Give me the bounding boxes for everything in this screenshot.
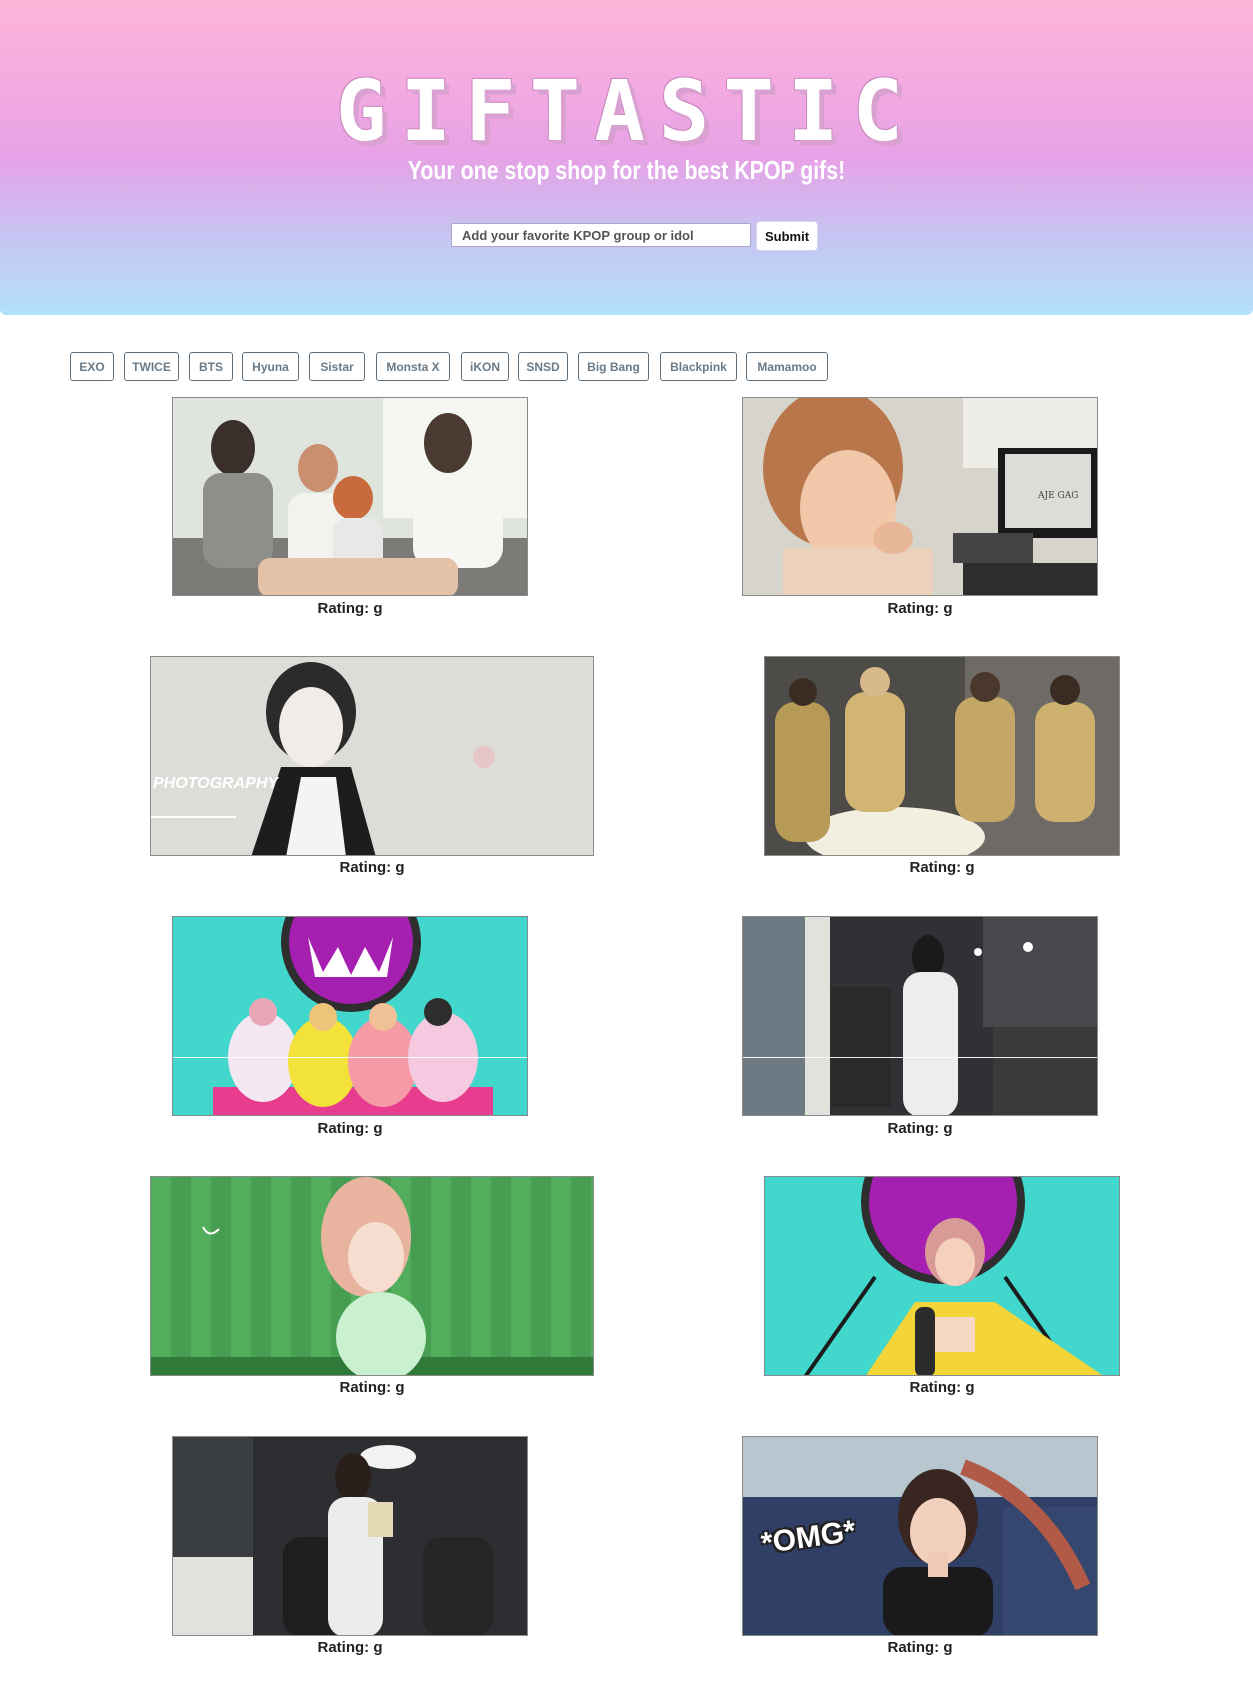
group-button-ikon[interactable]: iKON xyxy=(461,352,509,381)
gif-image[interactable] xyxy=(742,916,1098,1116)
gif-image[interactable]: PHOTOGRAPHY xyxy=(150,656,594,856)
group-button-bts[interactable]: BTS xyxy=(189,352,233,381)
group-button-monsta-x[interactable]: Monsta X xyxy=(376,352,450,381)
rating-label: Rating: g xyxy=(317,1120,383,1137)
group-button-twice[interactable]: TWICE xyxy=(124,352,179,381)
group-button-exo[interactable]: EXO xyxy=(70,352,114,381)
rating-label: Rating: g xyxy=(339,859,405,876)
gif-image[interactable]: AJE GAG xyxy=(742,397,1098,596)
gif-image[interactable] xyxy=(150,1176,594,1376)
group-button-blackpink[interactable]: Blackpink xyxy=(660,352,737,381)
gif-image[interactable] xyxy=(764,1176,1120,1376)
rating-label: Rating: g xyxy=(887,1639,953,1656)
gif-image[interactable] xyxy=(172,1436,528,1636)
rating-label: Rating: g xyxy=(317,600,383,617)
screen-text: AJE GAG xyxy=(1037,491,1078,501)
header-banner: GIFTASTIC Your one stop shop for the bes… xyxy=(0,0,1253,315)
rating-label: Rating: g xyxy=(909,1379,975,1396)
gif-card[interactable]: Rating: g xyxy=(764,656,1120,881)
rating-label: Rating: g xyxy=(317,1639,383,1656)
group-button-mamamoo[interactable]: Mamamoo xyxy=(746,352,828,381)
gif-image[interactable]: *OMG* xyxy=(742,1436,1098,1636)
gif-card[interactable]: Rating: g xyxy=(742,916,1098,1141)
gif-card[interactable]: Rating: g xyxy=(172,916,528,1141)
group-button-sistar[interactable]: Sistar xyxy=(309,352,365,381)
scanline xyxy=(173,1057,527,1058)
gif-image[interactable] xyxy=(172,397,528,596)
site-subtitle: Your one stop shop for the best KPOP gif… xyxy=(407,155,846,185)
rating-label: Rating: g xyxy=(887,600,953,617)
gif-card[interactable]: PHOTOGRAPHY Rating: g xyxy=(150,656,594,881)
submit-button[interactable]: Submit xyxy=(756,221,818,251)
gif-card[interactable]: Rating: g xyxy=(172,397,528,622)
search-input[interactable] xyxy=(451,223,751,247)
gif-card[interactable]: *OMG* Rating: g xyxy=(742,1436,1098,1661)
gif-image[interactable] xyxy=(172,916,528,1116)
site-title: GIFTASTIC xyxy=(335,62,918,160)
rating-label: Rating: g xyxy=(339,1379,405,1396)
scanline xyxy=(743,1057,1097,1058)
group-button-big-bang[interactable]: Big Bang xyxy=(578,352,649,381)
rating-label: Rating: g xyxy=(887,1120,953,1137)
gif-card[interactable]: Rating: g xyxy=(150,1176,594,1401)
gif-image[interactable] xyxy=(764,656,1120,856)
rating-label: Rating: g xyxy=(909,859,975,876)
gif-card[interactable]: Rating: g xyxy=(764,1176,1120,1401)
group-button-hyuna[interactable]: Hyuna xyxy=(242,352,299,381)
gif-card[interactable]: Rating: g xyxy=(172,1436,528,1661)
group-button-snsd[interactable]: SNSD xyxy=(518,352,568,381)
overlay-text: PHOTOGRAPHY xyxy=(153,775,279,792)
gif-card[interactable]: AJE GAG Rating: g xyxy=(742,397,1098,622)
